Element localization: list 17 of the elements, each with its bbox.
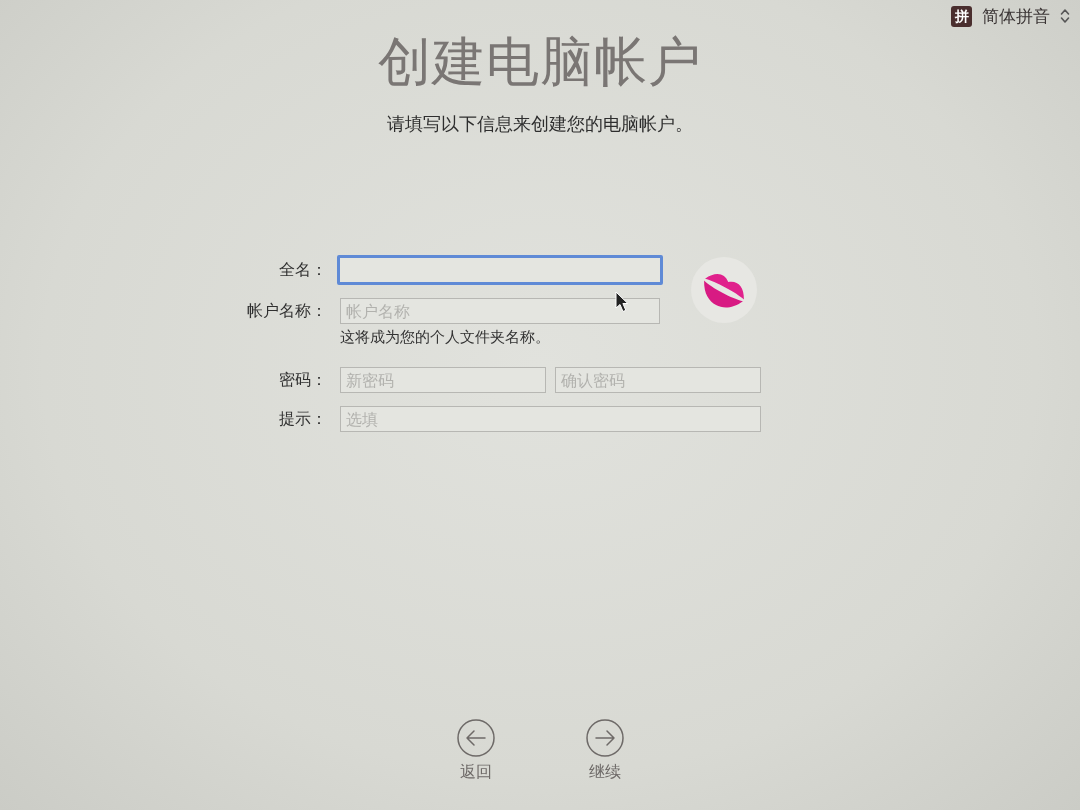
page-title: 创建电脑帐户 bbox=[377, 30, 703, 94]
back-button[interactable]: 返回 bbox=[445, 719, 506, 783]
input-source-menu[interactable]: 拼 简体拼音 bbox=[947, 5, 1074, 27]
input-source-badge: 拼 bbox=[951, 5, 972, 27]
arrow-left-icon bbox=[456, 719, 495, 757]
arrow-right-icon bbox=[585, 719, 624, 757]
field-label: 帐户名称： bbox=[246, 300, 327, 322]
page-subtitle: 请填写以下信息来创建您的电脑帐户。 bbox=[386, 113, 694, 136]
continue-button[interactable]: 继续 bbox=[574, 719, 635, 783]
input-field[interactable] bbox=[337, 255, 663, 285]
field-note: 这将成为您的个人文件夹名称。 bbox=[340, 328, 551, 346]
up-down-chevron-icon bbox=[1060, 8, 1070, 24]
lips-icon bbox=[691, 257, 757, 323]
mouse-pointer-icon bbox=[615, 291, 629, 313]
field-label: 提示： bbox=[278, 408, 327, 430]
field-label: 全名： bbox=[278, 259, 327, 281]
field-label: 密码： bbox=[278, 369, 327, 391]
